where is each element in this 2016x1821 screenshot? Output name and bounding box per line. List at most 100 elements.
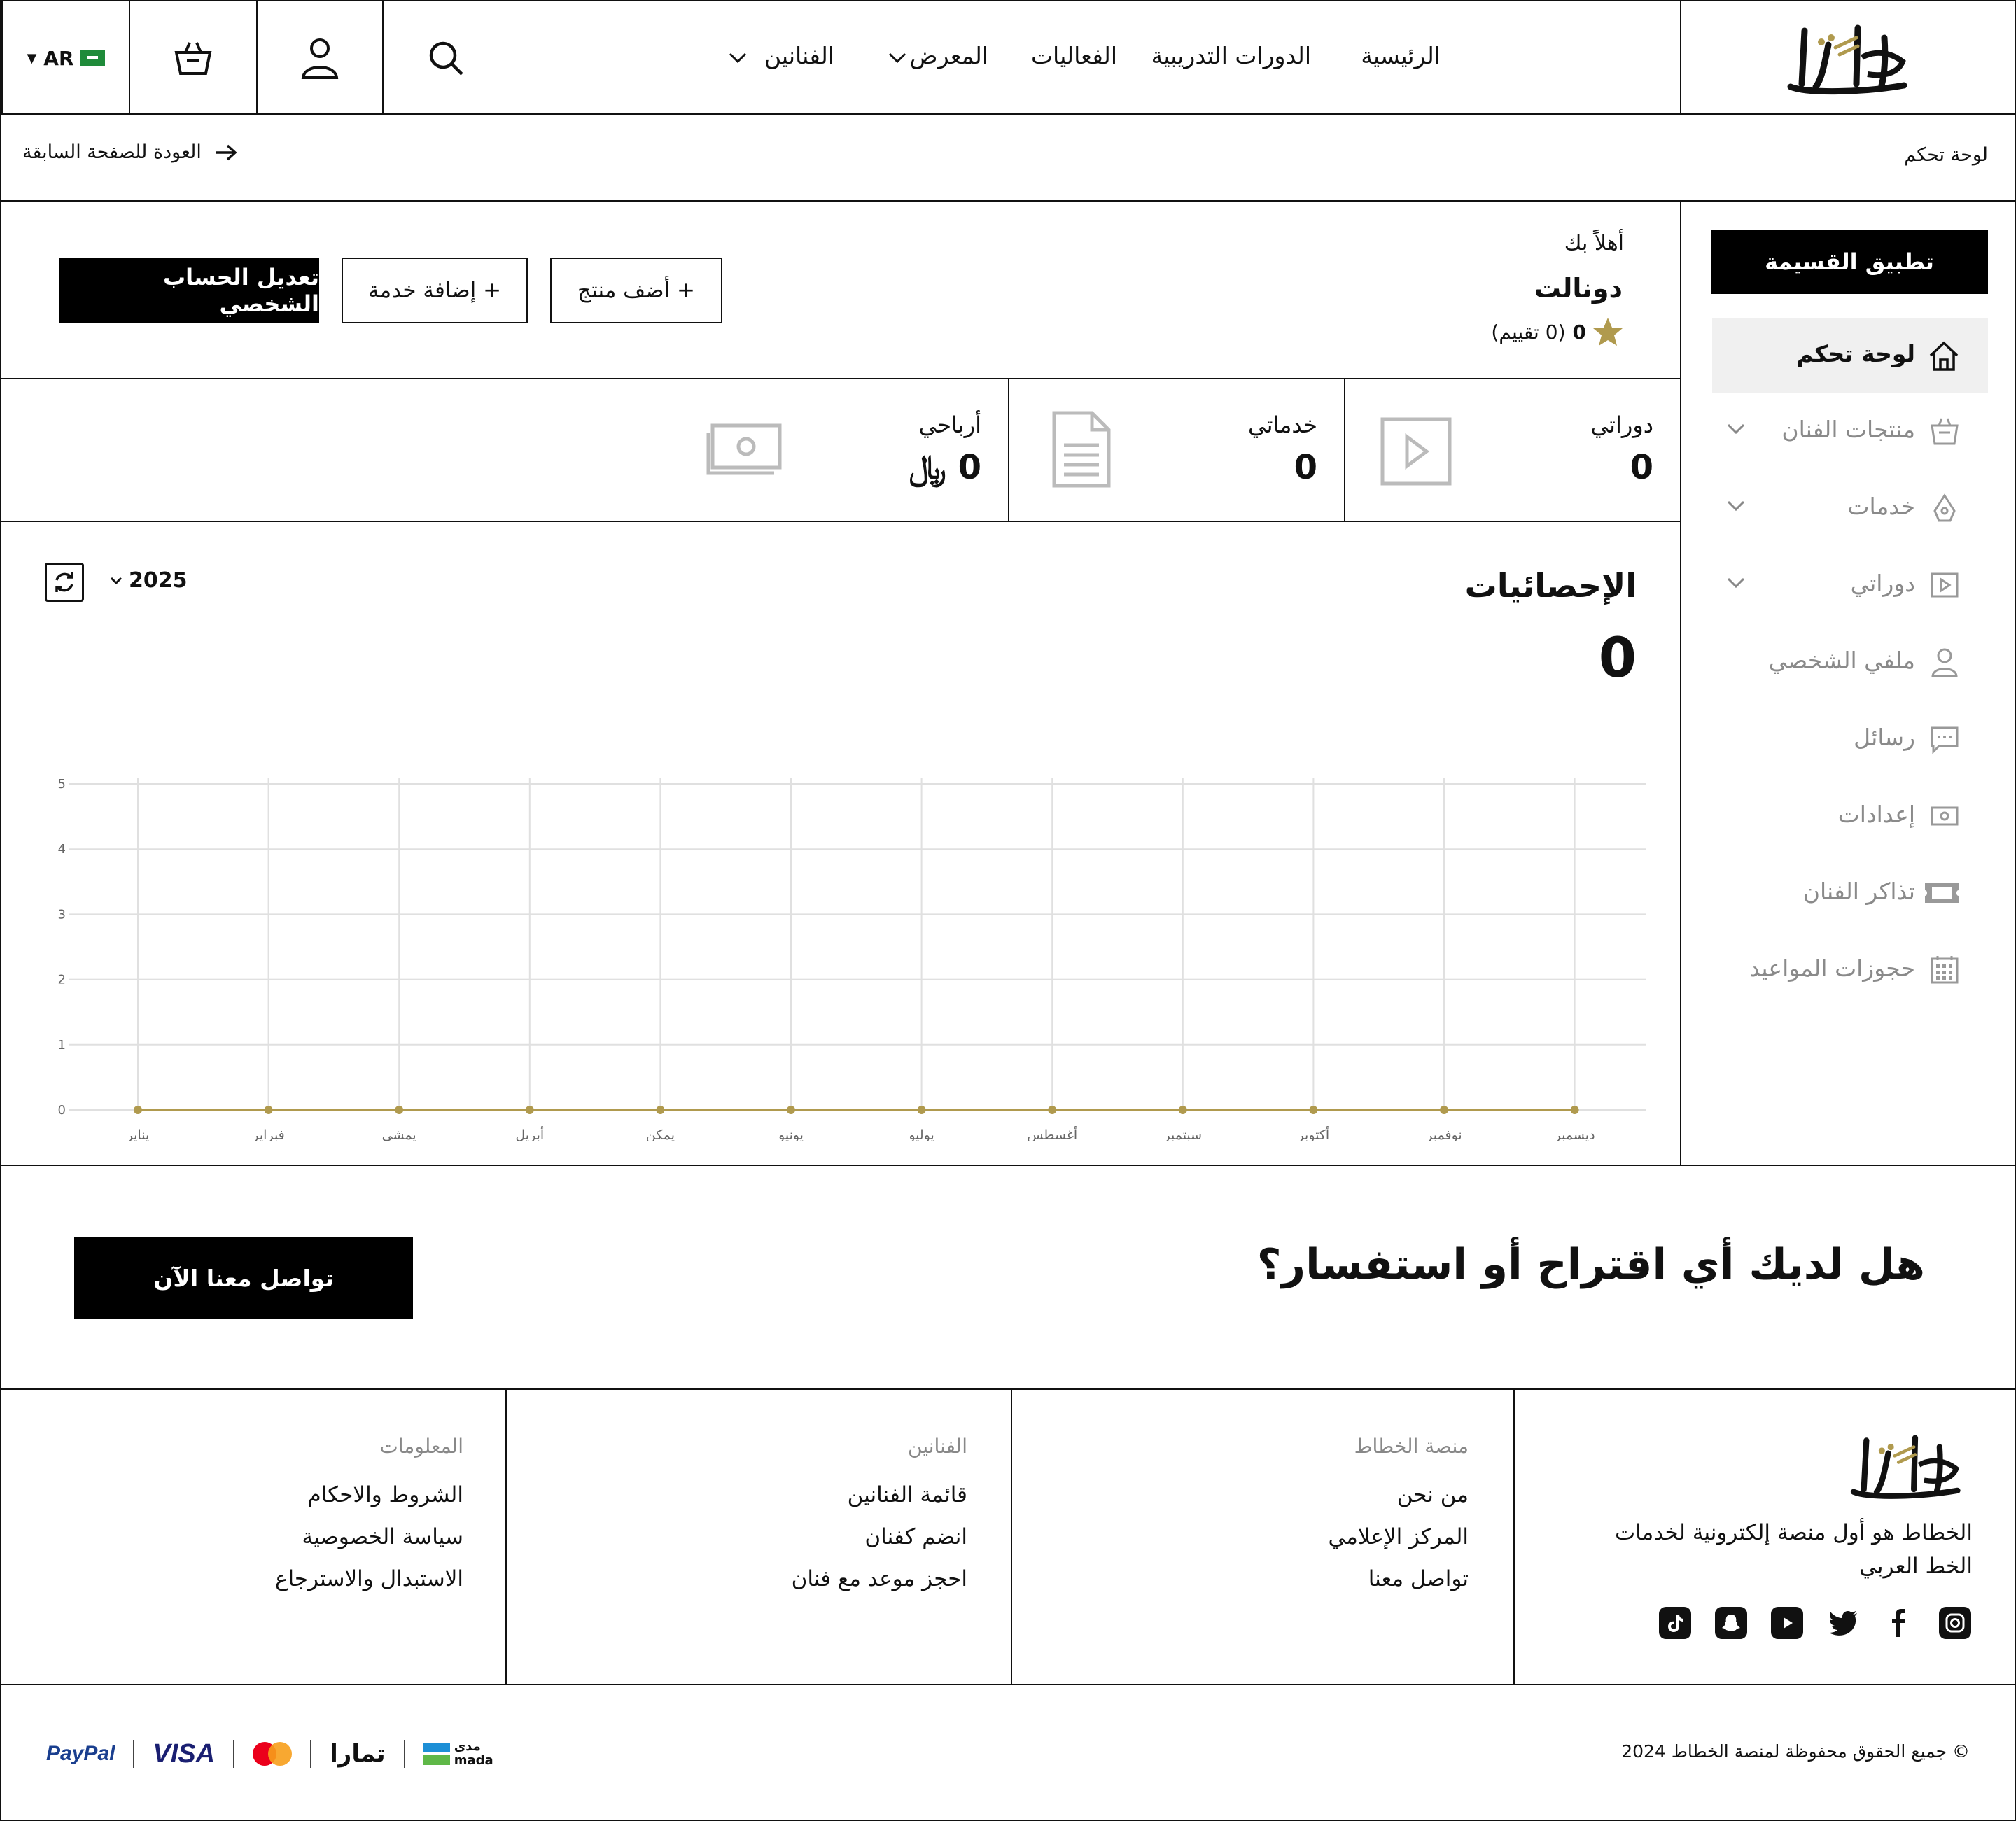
year-select[interactable]: 2025 (109, 568, 188, 593)
pen-nib-icon (1933, 493, 1956, 522)
footer-col-title-info: المعلومات (379, 1435, 463, 1458)
copyright: © جميع الحقوق محفوظة لمنصة الخطاط 2024 (1621, 1741, 1970, 1762)
ticket-icon (1925, 883, 1959, 903)
chevron-down-icon (1727, 423, 1745, 435)
y-tick-label: 2 (58, 973, 66, 987)
footer-link-returns[interactable]: الاستبدال والاسترجاع (275, 1566, 463, 1591)
sidebar-item-label: حجوزات المواعيد (1749, 955, 1915, 982)
nav-gallery[interactable]: المعرض (910, 42, 988, 69)
arrow-right-icon (215, 144, 237, 160)
nav-courses[interactable]: الدورات التدريبية (1152, 42, 1311, 69)
stat-value: 0 ﷼ (909, 448, 981, 487)
sidebar-item-settings[interactable]: إعدادات (1712, 778, 1988, 854)
data-point[interactable] (1048, 1106, 1057, 1114)
breadcrumb-bar: لوحة تحكم العودة للصفحة السابقة (0, 113, 2016, 202)
data-point[interactable] (134, 1106, 142, 1114)
data-point[interactable] (1440, 1106, 1448, 1114)
language-code: AR (43, 46, 74, 70)
footer-link-artists-list[interactable]: قائمة الفنانين (848, 1482, 967, 1507)
nav-home[interactable]: الرئيسية (1361, 42, 1441, 69)
greeting: أهلاً بك (1564, 231, 1624, 255)
sidebar-item-label: لوحة تحكم (1796, 340, 1915, 367)
sidebar-item-label: منتجات الفنان (1782, 416, 1915, 443)
sidebar-item-label: رسائل (1854, 724, 1915, 751)
instagram-icon[interactable] (1939, 1607, 1971, 1639)
sidebar-item-services[interactable]: خدمات (1712, 470, 1988, 546)
footer-link-contact-us[interactable]: تواصل معنا (1368, 1566, 1469, 1591)
sidebar-item-label: خدمات (1847, 493, 1915, 520)
play-icon (1931, 572, 1959, 598)
x-tick-label: ديسمبر (1554, 1127, 1595, 1141)
tamara-logo: تمارا (330, 1740, 386, 1768)
cart-icon (174, 42, 212, 75)
footer-link-terms[interactable]: الشروط والاحكام (308, 1482, 464, 1507)
x-tick-label: أكتوبر (1297, 1126, 1330, 1141)
data-point[interactable] (264, 1106, 273, 1114)
chevron-down-icon (729, 52, 747, 64)
footer-link-book-artist[interactable]: احجز موعد مع فنان (792, 1566, 967, 1591)
stat-card-services: خدماتي 0 (1009, 378, 1345, 521)
saudi-flag-icon (79, 50, 105, 66)
data-point[interactable] (1178, 1106, 1187, 1114)
edit-profile-button[interactable]: تعديل الحساب الشخصي (59, 258, 319, 323)
data-point[interactable] (1309, 1106, 1318, 1114)
footer-link-media-center[interactable]: المركز الإعلامي (1328, 1524, 1469, 1549)
footer-about: الخطاط هو أول منصة إلكترونية لخدمات الخط… (1615, 1520, 1973, 1579)
refresh-icon (55, 572, 74, 592)
data-point[interactable] (917, 1106, 926, 1114)
footer-link-privacy[interactable]: سياسة الخصوصية (302, 1524, 464, 1549)
sidebar-item-label: ملفي الشخصي (1768, 647, 1915, 674)
tiktok-icon[interactable] (1659, 1607, 1691, 1639)
back-link[interactable]: العودة للصفحة السابقة (22, 141, 238, 163)
footer-link-about-us[interactable]: من نحن (1397, 1482, 1469, 1507)
logo-cell[interactable] (1680, 1, 2016, 115)
language-switcher[interactable]: ▼ AR (1, 1, 129, 115)
sidebar-item-my-courses[interactable]: دوراتي (1712, 547, 1988, 623)
breadcrumb-current: لوحة تحكم (1904, 144, 1988, 166)
home-icon (1929, 341, 1959, 371)
sidebar-item-my-profile[interactable]: ملفي الشخصي (1712, 624, 1988, 700)
y-tick-label: 5 (58, 777, 66, 792)
refresh-button[interactable] (45, 563, 84, 602)
footer-bottom: © جميع الحقوق محفوظة لمنصة الخطاط 2024 P… (0, 1684, 2016, 1821)
search-button[interactable] (382, 1, 508, 115)
cart-button[interactable] (129, 1, 256, 115)
sidebar-item-appointment-bookings[interactable]: حجوزات المواعيد (1712, 932, 1988, 1008)
sidebar-item-dashboard[interactable]: لوحة تحكم (1712, 318, 1988, 393)
add-product-button[interactable]: + أضف منتج (550, 258, 722, 323)
sidebar-item-label: دوراتي (1850, 570, 1915, 597)
paypal-logo: PayPal (46, 1742, 115, 1765)
apply-coupon-button[interactable]: تطبيق القسيمة (1711, 230, 1988, 294)
data-point[interactable] (787, 1106, 795, 1114)
x-tick-label: يمكن (646, 1127, 675, 1141)
stat-label: خدماتي (1247, 412, 1317, 438)
footer-link-join-as-artist[interactable]: انضم كفنان (864, 1524, 967, 1549)
x-tick-label: سبتمبر (1163, 1127, 1203, 1141)
nav-events[interactable]: الفعاليات (1031, 42, 1117, 69)
x-tick-label: يونيو (778, 1127, 804, 1141)
youtube-icon[interactable] (1771, 1607, 1803, 1639)
data-point[interactable] (395, 1106, 404, 1114)
sidebar-item-artist-products[interactable]: منتجات الفنان (1712, 393, 1988, 469)
year-select-value: 2025 (129, 568, 188, 593)
y-tick-label: 0 (58, 1103, 66, 1118)
sidebar-item-messages[interactable]: رسائل (1712, 701, 1988, 777)
sidebar-item-artist-tickets[interactable]: تذاكر الفنان (1712, 855, 1988, 931)
bag-icon (1931, 418, 1959, 445)
snapchat-icon[interactable] (1715, 1607, 1747, 1639)
x-tick-label: أبريل (515, 1126, 544, 1141)
data-point[interactable] (1570, 1106, 1579, 1114)
contact-now-button[interactable]: تواصل معنا الآن (74, 1237, 413, 1319)
twitter-icon[interactable] (1827, 1607, 1859, 1639)
message-icon (1931, 726, 1959, 754)
nav-artists[interactable]: الفنانين (764, 42, 834, 69)
x-tick-label: نوفمبر (1425, 1127, 1462, 1141)
add-service-button[interactable]: + إضافة خدمة (342, 258, 528, 323)
cta-question: هل لديك أي اقتراح أو استفسار؟ (1256, 1240, 1925, 1289)
account-button[interactable] (256, 1, 382, 115)
facebook-icon[interactable] (1883, 1607, 1915, 1639)
x-tick-label: أغسطس (1027, 1126, 1077, 1141)
data-point[interactable] (525, 1106, 534, 1114)
data-point[interactable] (656, 1106, 665, 1114)
calendar-icon (1931, 956, 1959, 984)
